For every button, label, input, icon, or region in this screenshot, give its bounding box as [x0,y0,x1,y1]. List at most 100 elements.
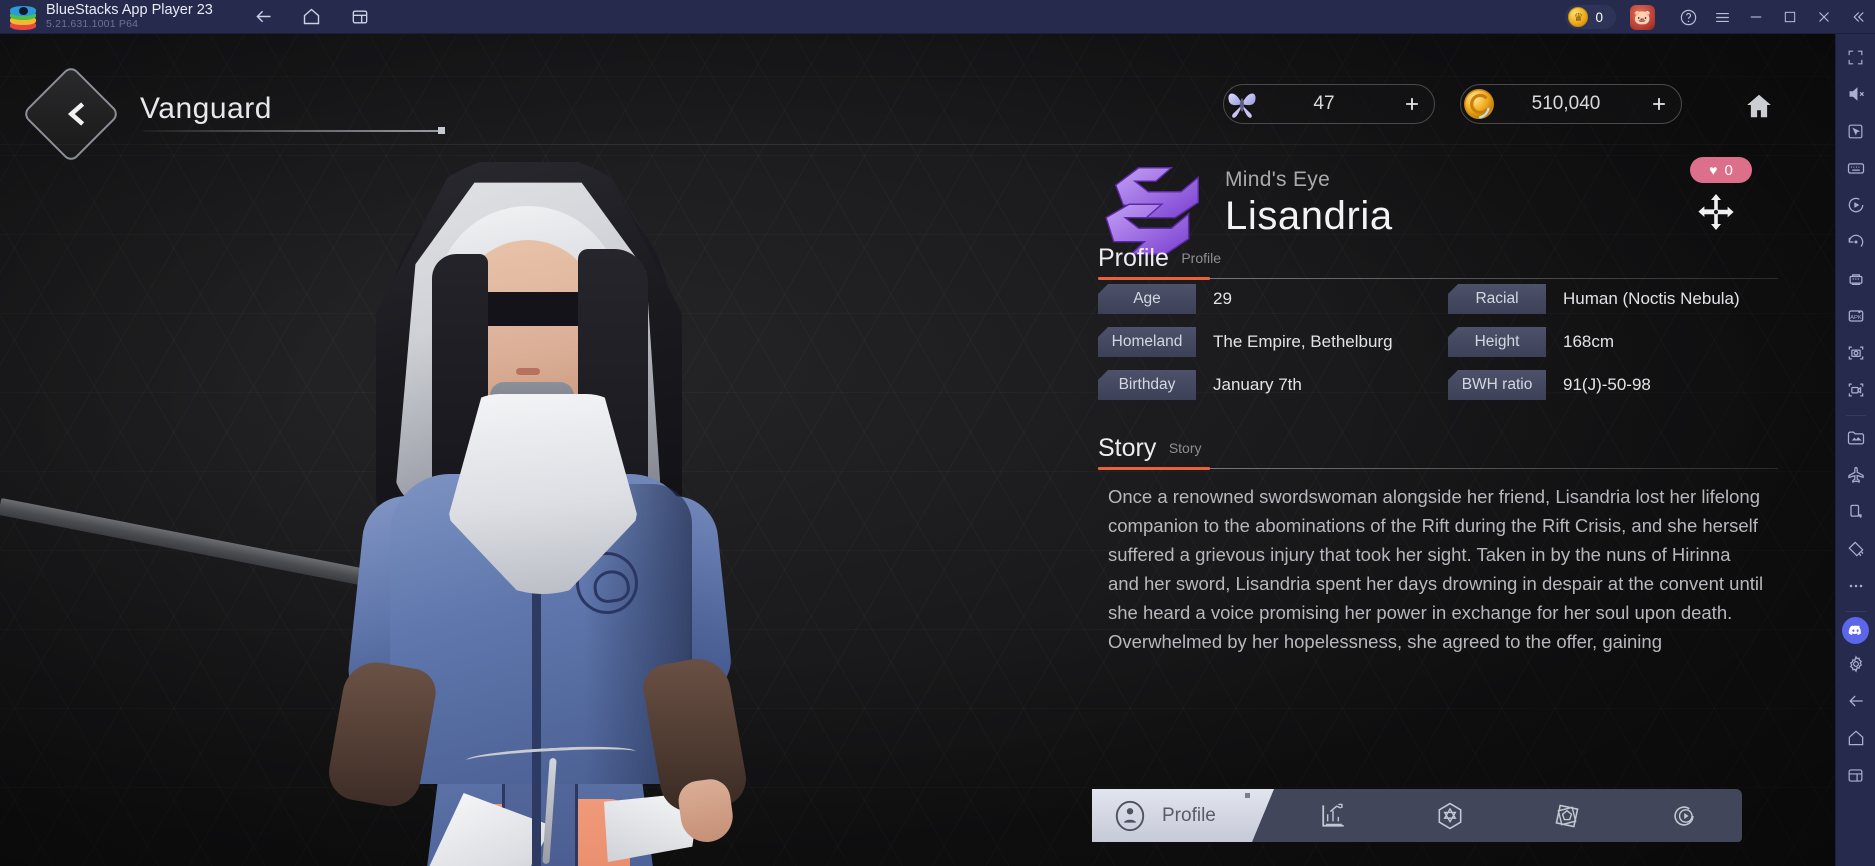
coin-icon: ♛ [1568,7,1589,27]
minimize-icon[interactable] [1739,0,1773,34]
story-section-title: Story [1098,434,1157,462]
butterfly-icon [1218,82,1266,126]
sidebar-divider [1845,611,1866,612]
character-glove-left [324,657,440,811]
character-tab-bar: Profile [1092,789,1742,842]
app-title: BlueStacks App Player 23 [46,1,213,18]
move-arrows-icon[interactable] [1696,192,1736,232]
keyboard-icon[interactable] [1839,151,1873,185]
help-icon[interactable] [1671,0,1705,34]
character-artwork [0,144,920,866]
multi-instance-icon[interactable] [347,4,373,30]
fullscreen-icon[interactable] [1839,40,1873,74]
profile-label: Homeland [1098,327,1196,357]
profile-field-age: Age 29 [1098,284,1448,314]
like-badge[interactable]: ♥ 0 [1690,157,1752,183]
character-lips [516,368,540,375]
bluestacks-sidebar: APK [1835,34,1875,866]
game-home-button[interactable] [1737,86,1781,126]
character-name: Lisandria [1225,194,1393,238]
profile-section-subtitle: Profile [1181,250,1222,266]
home-icon[interactable] [299,4,325,30]
record-icon[interactable] [1839,373,1873,407]
profile-field-homeland: Homeland The Empire, Bethelburg [1098,327,1448,357]
profile-row: Age 29 Racial Human (Noctis Nebula) [1098,284,1778,314]
add-butterfly-gem-button[interactable] [1390,94,1434,114]
butterfly-gem-currency[interactable]: 47 [1223,84,1435,124]
titlebar-nav [251,4,373,30]
shake-icon[interactable] [1839,495,1873,529]
back-icon[interactable] [251,4,277,30]
tab-profile[interactable]: Profile [1092,789,1274,842]
gold-coin-currency[interactable]: 510,040 [1460,84,1682,124]
bluestacks-logo-icon [10,4,36,30]
profile-value: Human (Noctis Nebula) [1563,289,1740,308]
tab-playback[interactable] [1625,789,1742,842]
tab-gear[interactable] [1508,789,1625,842]
window-titlebar: BlueStacks App Player 23 5.21.631.1001 P… [0,0,1875,34]
maximize-icon[interactable] [1773,0,1807,34]
profile-value: 91(J)-50-98 [1563,375,1651,394]
profile-section-title: Profile [1098,244,1169,272]
tilt-icon[interactable] [1839,532,1873,566]
discord-icon[interactable] [1842,617,1869,644]
tab-profile-label: Profile [1162,804,1216,826]
like-count: 0 [1724,161,1733,179]
heart-icon: ♥ [1709,162,1718,178]
story-section-subtitle: Story [1168,440,1202,456]
collapse-icon[interactable] [1841,0,1875,34]
eco-mode-icon[interactable] [1839,262,1873,296]
screenshot-icon[interactable] [1839,336,1873,370]
coin-count: 0 [1595,9,1603,25]
svg-text:APK: APK [1850,315,1862,321]
back-icon[interactable] [1839,684,1873,718]
add-gold-coin-button[interactable] [1637,94,1681,114]
profile-section-header: Profile Profile [1098,244,1221,273]
close-icon[interactable] [1807,0,1841,34]
bluestacks-window: BlueStacks App Player 23 5.21.631.1001 P… [0,0,1875,866]
tab-stats[interactable] [1274,789,1391,842]
profile-value: The Empire, Bethelburg [1213,332,1393,351]
cursor-icon[interactable] [1839,114,1873,148]
home-icon[interactable] [1839,721,1873,755]
profile-label: BWH ratio [1448,370,1546,400]
macro-play-icon[interactable] [1839,188,1873,222]
tab-skills[interactable] [1391,789,1508,842]
bluestacks-coin-pill[interactable]: ♛ 0 [1565,5,1616,29]
menu-icon[interactable] [1705,0,1739,34]
more-icon[interactable] [1839,569,1873,603]
avatar[interactable]: 🐷 [1630,4,1655,30]
mute-icon[interactable] [1839,77,1873,111]
profile-stats-grid: Age 29 Racial Human (Noctis Nebula) Home… [1098,284,1778,413]
page-title: Vanguard [140,92,272,125]
game-viewport[interactable]: Vanguard 47 510,040 Mind's Eye Lisandria… [0,34,1835,866]
window-title-group: BlueStacks App Player 23 5.21.631.1001 P… [46,1,213,31]
story-section-header: Story Story [1098,434,1202,463]
settings-gear-icon[interactable] [1839,647,1873,681]
story-text: Once a renowned swordswoman alongside he… [1108,486,1764,652]
profile-label: Age [1098,284,1196,314]
titlebar-right-controls: ♛ 0 🐷 [1565,0,1875,34]
profile-label: Birthday [1098,370,1196,400]
story-section-divider [1098,467,1778,470]
profile-section-divider [1098,277,1778,280]
profile-field-racial: Racial Human (Noctis Nebula) [1448,284,1778,314]
profile-label: Racial [1448,284,1546,314]
recents-icon[interactable] [1839,758,1873,792]
character-subtitle: Mind's Eye [1225,168,1331,191]
install-apk-icon[interactable]: APK [1839,299,1873,333]
airplane-icon[interactable] [1839,458,1873,492]
app-version: 5.21.631.1001 P64 [46,17,139,30]
profile-row: Birthday January 7th BWH ratio 91(J)-50-… [1098,370,1778,400]
story-scroll-area[interactable]: Once a renowned swordswoman alongside he… [1098,474,1776,696]
media-manager-icon[interactable] [1839,421,1873,455]
profile-field-height: Height 168cm [1448,327,1778,357]
profile-value: 29 [1213,289,1232,308]
profile-field-birthday: Birthday January 7th [1098,370,1448,400]
profile-value: January 7th [1213,375,1302,394]
title-underline [143,127,445,134]
coin-icon [1455,82,1503,126]
profile-row: Homeland The Empire, Bethelburg Height 1… [1098,327,1778,357]
rotate-icon[interactable] [1839,225,1873,259]
sidebar-divider [1845,415,1866,416]
